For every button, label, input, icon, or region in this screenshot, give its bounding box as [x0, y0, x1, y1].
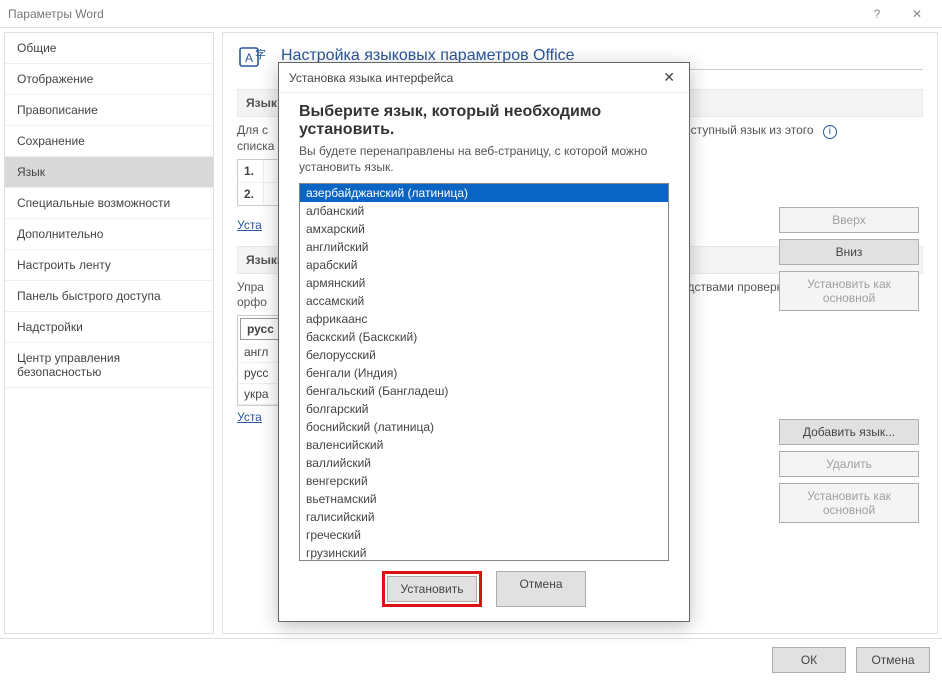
- sidebar-item[interactable]: Панель быстрого доступа: [5, 281, 213, 312]
- language-option[interactable]: английский: [300, 238, 668, 256]
- install-button[interactable]: Установить: [387, 576, 477, 602]
- desc2-text: Упра: [237, 280, 264, 294]
- modal-titlebar: Установка языка интерфейса ✕: [279, 63, 689, 93]
- window-controls: ? ✕: [860, 7, 934, 21]
- language-option[interactable]: греческий: [300, 526, 668, 544]
- modal-heading: Выберите язык, который необходимо устано…: [299, 103, 669, 139]
- lang-name: англ: [244, 345, 268, 359]
- lang-name: русс: [247, 322, 274, 336]
- info-icon[interactable]: i: [823, 125, 837, 139]
- desc-text-line2: списка: [237, 139, 274, 153]
- language-option[interactable]: армянский: [300, 274, 668, 292]
- svg-text:A: A: [245, 51, 253, 65]
- highlight-box: Установить: [382, 571, 482, 607]
- sidebar: ОбщиеОтображениеПравописаниеСохранениеЯз…: [4, 32, 214, 634]
- install-link1[interactable]: Уста: [237, 218, 262, 232]
- language-option[interactable]: азербайджанский (латиница): [300, 184, 668, 202]
- language-option[interactable]: бенгали (Индия): [300, 364, 668, 382]
- set-default-button-2[interactable]: Установить как основной: [779, 483, 919, 523]
- language-option[interactable]: вьетнамский: [300, 490, 668, 508]
- modal-body: Выберите язык, который необходимо устано…: [279, 93, 689, 621]
- language-option[interactable]: грузинский: [300, 544, 668, 561]
- sidebar-item[interactable]: Специальные возможности: [5, 188, 213, 219]
- sidebar-item[interactable]: Дополнительно: [5, 219, 213, 250]
- lang-name: русс: [244, 366, 268, 380]
- language-option[interactable]: белорусский: [300, 346, 668, 364]
- sidebar-item[interactable]: Сохранение: [5, 126, 213, 157]
- language-option[interactable]: галисийский: [300, 508, 668, 526]
- sidebar-item[interactable]: Центр управления безопасностью: [5, 343, 213, 388]
- sidebar-item[interactable]: Язык: [5, 157, 213, 188]
- row-number: 2.: [238, 183, 264, 205]
- titlebar: Параметры Word ? ✕: [0, 0, 942, 28]
- language-option[interactable]: валенсийский: [300, 436, 668, 454]
- set-default-button[interactable]: Установить как основной: [779, 271, 919, 311]
- help-icon[interactable]: ?: [860, 7, 894, 21]
- dialog-footer: ОК Отмена: [0, 638, 942, 680]
- close-icon[interactable]: ✕: [900, 7, 934, 21]
- lang-name: укра: [244, 387, 269, 401]
- modal-footer: Установить Отмена: [299, 571, 669, 607]
- language-option[interactable]: болгарский: [300, 400, 668, 418]
- modal-subtext: Вы будете перенаправлены на веб-страницу…: [299, 143, 669, 175]
- install-language-dialog: Установка языка интерфейса ✕ Выберите яз…: [278, 62, 690, 622]
- install-link2[interactable]: Уста: [237, 410, 262, 424]
- language-option[interactable]: арабский: [300, 256, 668, 274]
- remove-language-button[interactable]: Удалить: [779, 451, 919, 477]
- desc2-text-line2: орфо: [237, 295, 267, 309]
- language-option[interactable]: бенгальский (Бангладеш): [300, 382, 668, 400]
- move-up-button[interactable]: Вверх: [779, 207, 919, 233]
- desc-text: Для с: [237, 123, 268, 137]
- side-buttons-2: Добавить язык... Удалить Установить как …: [779, 419, 919, 523]
- sidebar-item[interactable]: Настроить ленту: [5, 250, 213, 281]
- language-option[interactable]: венгерский: [300, 472, 668, 490]
- cancel-button[interactable]: Отмена: [856, 647, 930, 673]
- sidebar-item[interactable]: Общие: [5, 33, 213, 64]
- language-option[interactable]: ассамский: [300, 292, 668, 310]
- sidebar-item[interactable]: Правописание: [5, 95, 213, 126]
- sidebar-item[interactable]: Надстройки: [5, 312, 213, 343]
- side-buttons-1: Вверх Вниз Установить как основной: [779, 207, 919, 311]
- add-language-button[interactable]: Добавить язык...: [779, 419, 919, 445]
- svg-text:字: 字: [255, 47, 266, 61]
- language-option[interactable]: боснийский (латиница): [300, 418, 668, 436]
- language-globe-icon: A 字: [237, 43, 271, 73]
- language-option[interactable]: амхарский: [300, 220, 668, 238]
- language-option[interactable]: африкаанс: [300, 310, 668, 328]
- language-listbox[interactable]: азербайджанский (латиница)албанскийамхар…: [299, 183, 669, 561]
- language-option[interactable]: баскский (Баскский): [300, 328, 668, 346]
- move-down-button[interactable]: Вниз: [779, 239, 919, 265]
- modal-close-icon[interactable]: ✕: [659, 69, 679, 86]
- language-option[interactable]: албанский: [300, 202, 668, 220]
- sidebar-item[interactable]: Отображение: [5, 64, 213, 95]
- language-option[interactable]: валлийский: [300, 454, 668, 472]
- modal-cancel-button[interactable]: Отмена: [496, 571, 586, 607]
- ok-button[interactable]: ОК: [772, 647, 846, 673]
- row-number: 1.: [238, 160, 264, 182]
- modal-title: Установка языка интерфейса: [289, 71, 659, 85]
- window-title: Параметры Word: [8, 7, 860, 21]
